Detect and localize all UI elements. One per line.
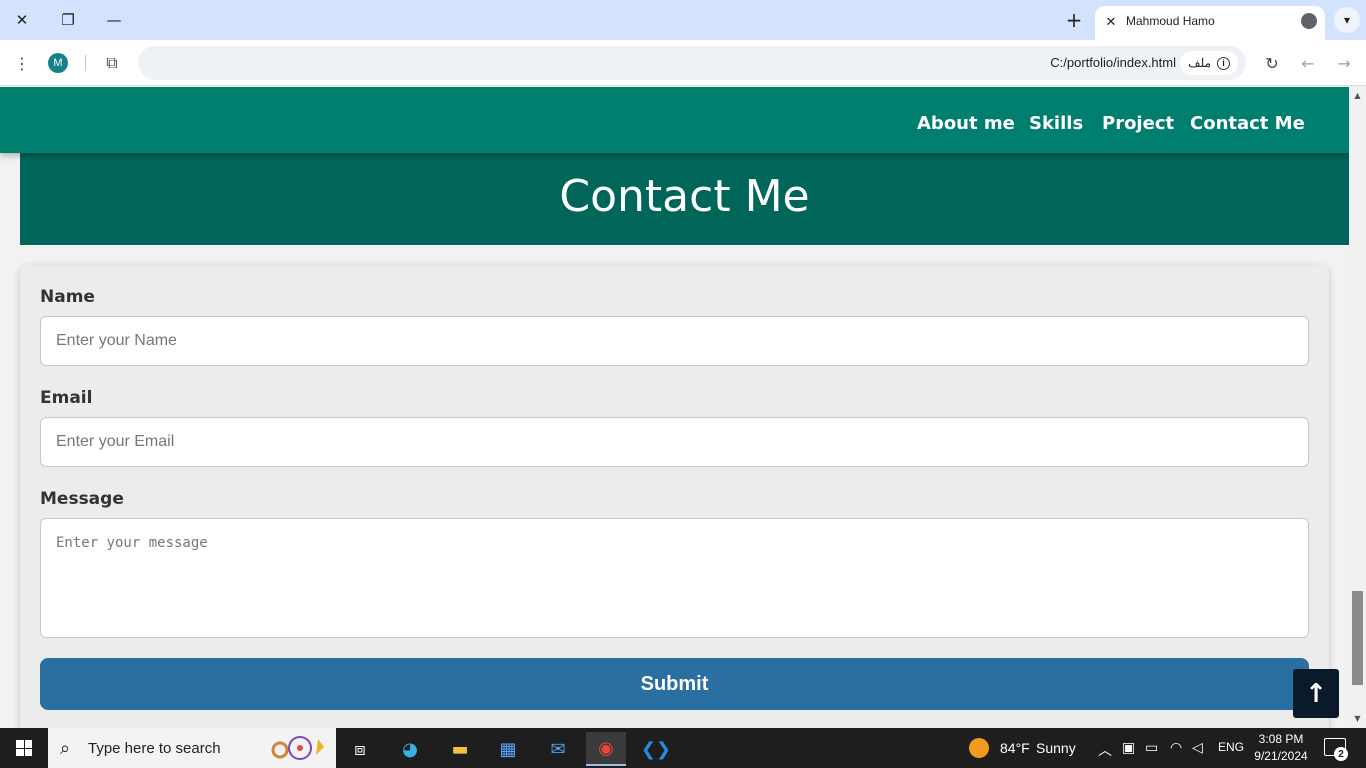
battery-icon[interactable]: ▭ — [1145, 740, 1158, 756]
address-bar[interactable]: C:/portfolio/index.html ملف i — [138, 46, 1246, 80]
start-button[interactable] — [0, 728, 48, 768]
close-window-button[interactable]: ✕ — [8, 8, 36, 32]
section-title: Contact Me — [559, 171, 810, 222]
clock-date: 9/21/2024 — [1254, 749, 1308, 763]
task-view-icon[interactable]: ⧈ — [340, 732, 380, 766]
taskbar-search-placeholder: Type here to search — [88, 740, 221, 757]
back-arrow-icon[interactable]: ← — [1296, 51, 1320, 75]
file-explorer-icon[interactable]: ▬ — [440, 732, 480, 766]
tab-search-button[interactable]: ▾ — [1334, 7, 1360, 33]
nav-skills[interactable]: Skills — [1029, 113, 1083, 134]
vscode-icon[interactable]: ❮❯ — [636, 732, 676, 766]
chrome-icon[interactable]: ◉ — [586, 732, 626, 766]
search-icon: ⌕ — [60, 738, 71, 759]
nav-about-me[interactable]: About me — [917, 113, 1015, 134]
message-label: Message — [40, 489, 124, 509]
nav-contact-me[interactable]: Contact Me — [1190, 113, 1305, 134]
volume-icon[interactable]: ◁ — [1192, 740, 1203, 756]
site-chip-label: ملف — [1188, 56, 1211, 70]
clock-time: 3:08 PM — [1258, 732, 1304, 746]
message-textarea[interactable] — [40, 518, 1309, 638]
windows-taskbar: ⌕ Type here to search ⧈ ◕ ▬ ▦ ✉ ◉ ❮❯ 84°… — [0, 728, 1366, 768]
email-input[interactable] — [40, 417, 1309, 467]
extensions-icon[interactable]: ⧉ — [100, 51, 124, 75]
system-clock[interactable]: 3:08 PM 9/21/2024 — [1246, 731, 1316, 765]
weather-temperature[interactable]: 84°F — [1000, 740, 1030, 756]
contact-form: Name Email Message Submit — [20, 265, 1329, 728]
edge-browser-icon[interactable]: ◕ — [390, 732, 430, 766]
profile-avatar[interactable]: M — [48, 53, 68, 73]
microsoft-store-icon[interactable]: ▦ — [488, 732, 528, 766]
reload-icon[interactable]: ↻ — [1260, 51, 1284, 75]
scrollbar-thumb[interactable] — [1352, 591, 1363, 685]
email-label: Email — [40, 388, 93, 408]
tab-close-icon[interactable]: ✕ — [1101, 12, 1121, 32]
windows-logo-icon — [16, 740, 32, 756]
wifi-icon[interactable]: ◠ — [1170, 740, 1182, 756]
language-indicator[interactable]: ENG — [1218, 740, 1244, 754]
page-viewport: About me Skills Project Contact Me Conta… — [0, 87, 1349, 728]
tab-title: Mahmoud Hamo — [1126, 14, 1215, 28]
arrow-up-icon: ↑ — [1305, 678, 1327, 709]
site-info-chip[interactable]: ملف i — [1180, 51, 1238, 75]
submit-button[interactable]: Submit — [40, 658, 1309, 710]
notification-count-badge: 2 — [1334, 747, 1348, 761]
forward-arrow-icon[interactable]: → — [1332, 51, 1356, 75]
taskbar-search-box[interactable]: ⌕ Type here to search — [48, 728, 336, 768]
search-highlight-icon — [271, 736, 324, 760]
scroll-down-arrow-icon[interactable]: ▼ — [1353, 714, 1362, 723]
nav-project[interactable]: Project — [1102, 113, 1174, 134]
page-scrollbar[interactable]: ▲ ▼ — [1349, 87, 1366, 728]
meet-now-icon[interactable]: ▣ — [1122, 740, 1135, 756]
browser-tab[interactable]: ✕ Mahmoud Hamo — [1095, 6, 1325, 40]
mail-icon[interactable]: ✉ — [538, 732, 578, 766]
browser-tab-strip: ✕ ❐ — + ✕ Mahmoud Hamo ▾ — [0, 0, 1366, 40]
chevron-up-icon[interactable]: ︿ — [1098, 740, 1112, 760]
name-input[interactable] — [40, 316, 1309, 366]
name-label: Name — [40, 287, 95, 307]
minimize-window-button[interactable]: — — [100, 8, 128, 32]
weather-sun-icon[interactable] — [969, 738, 989, 758]
browser-toolbar: ⋮ M ⧉ ☆ C:/portfolio/index.html ملف i ↻ … — [0, 40, 1366, 86]
new-tab-button[interactable]: + — [1062, 8, 1086, 32]
toolbar-divider — [85, 55, 86, 71]
scroll-up-arrow-icon[interactable]: ▲ — [1353, 91, 1362, 100]
contact-banner: Contact Me — [20, 153, 1349, 245]
back-to-top-button[interactable]: ↑ — [1293, 669, 1339, 718]
url-text[interactable]: C:/portfolio/index.html — [1050, 55, 1176, 70]
site-navbar: About me Skills Project Contact Me — [0, 87, 1349, 153]
menu-icon[interactable]: ⋮ — [10, 51, 34, 75]
restore-window-button[interactable]: ❐ — [54, 8, 82, 32]
info-icon: i — [1217, 56, 1230, 70]
globe-icon — [1301, 13, 1317, 29]
weather-description[interactable]: Sunny — [1036, 740, 1076, 756]
